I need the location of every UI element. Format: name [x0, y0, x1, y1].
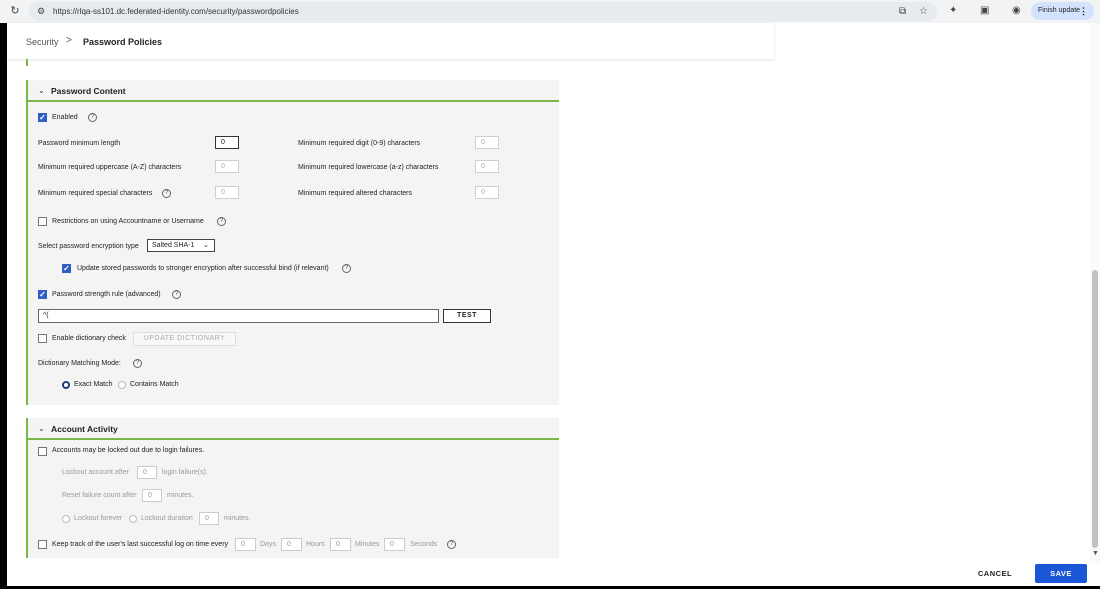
restrictions-label: Restrictions on using Accountname or Use… [52, 218, 204, 225]
test-button[interactable]: TEST [443, 309, 491, 323]
scroll-down-arrow-icon[interactable]: ▼ [1092, 550, 1099, 557]
lockout-label: Accounts may be locked out due to login … [52, 447, 205, 454]
enabled-label: Enabled [52, 114, 78, 121]
tab-search-icon[interactable]: ▣ [980, 5, 989, 17]
lockout-checkbox[interactable] [38, 447, 47, 456]
lockout-after-input[interactable]: 0 [137, 466, 157, 479]
address-bar[interactable]: ⚙ https://rlqa-ss101.dc.federated-identi… [29, 2, 937, 21]
help-icon[interactable]: ? [217, 217, 226, 226]
section-title: Account Activity [51, 424, 118, 434]
help-icon[interactable]: ? [342, 264, 351, 273]
extensions-icon[interactable]: ✦ [949, 5, 957, 17]
minutes-input[interactable]: 0 [330, 538, 351, 551]
lockout-duration-radio[interactable] [129, 515, 137, 523]
seconds-label: Seconds [410, 541, 438, 548]
finish-update-button[interactable]: Finish update ⋮ [1031, 2, 1094, 20]
contains-match-radio[interactable] [118, 381, 126, 389]
help-icon[interactable]: ? [88, 113, 97, 122]
password-content-header[interactable]: ⌄ Password Content [28, 80, 559, 102]
chevron-down-icon: ⌄ [203, 242, 209, 249]
matching-mode-label: Dictionary Matching Mode: [38, 360, 121, 367]
strength-rule-checkbox[interactable]: ✓ [38, 290, 47, 299]
keep-track-label: Keep track of the user's last successful… [52, 541, 229, 548]
help-icon[interactable]: ? [133, 359, 142, 368]
page-title: Password Policies [83, 37, 163, 47]
lockout-forever-label: Lockout forever [74, 515, 123, 522]
min-upper-input[interactable]: 0 [215, 160, 239, 173]
lockout-after-suffix: login failure(s). [162, 469, 208, 476]
save-button[interactable]: SAVE [1035, 564, 1087, 583]
vertical-scrollbar[interactable]: ▼ [1090, 23, 1100, 563]
page-header: Security > Password Policies [7, 23, 774, 59]
scrollbar-thumb[interactable] [1092, 270, 1098, 548]
profile-icon[interactable]: ◉ [1012, 5, 1021, 17]
min-altered-input[interactable]: 0 [475, 186, 499, 199]
min-length-label: Password minimum length [38, 140, 121, 147]
min-altered-label: Minimum required altered characters [298, 190, 412, 197]
help-icon[interactable]: ? [162, 189, 171, 198]
lockout-duration-suffix: minutes. [224, 515, 251, 522]
min-lower-input[interactable]: 0 [475, 160, 499, 173]
restrictions-checkbox[interactable] [38, 217, 47, 226]
cancel-button[interactable]: CANCEL [968, 566, 1022, 582]
min-special-label: Minimum required special characters [38, 190, 153, 197]
reset-failure-label: Reset failure count after [62, 492, 137, 499]
hours-input[interactable]: 0 [281, 538, 302, 551]
left-edge [0, 23, 7, 589]
enabled-checkbox[interactable]: ✓ [38, 113, 47, 122]
section-title: Password Content [51, 86, 126, 96]
action-footer [7, 558, 1090, 586]
update-dictionary-button[interactable]: UPDATE DICTIONARY [133, 332, 236, 346]
strength-rule-input[interactable]: ^( [38, 309, 439, 323]
account-activity-header[interactable]: ⌄ Account Activity [28, 418, 559, 440]
install-app-icon[interactable]: ⧉ [899, 6, 906, 17]
contains-match-label: Contains Match [130, 381, 179, 388]
encryption-type-select[interactable]: Salted SHA-1 ⌄ [147, 239, 215, 252]
seconds-input[interactable]: 0 [384, 538, 405, 551]
min-digit-input[interactable]: 0 [475, 136, 499, 149]
more-vert-icon: ⋮ [1079, 6, 1088, 16]
lockout-duration-label: Lockout duration [141, 515, 193, 522]
bookmark-star-icon[interactable]: ☆ [919, 6, 928, 17]
encryption-value: Salted SHA-1 [152, 242, 195, 249]
reset-failure-input[interactable]: 0 [142, 489, 162, 502]
days-label: Days [260, 541, 276, 548]
min-upper-label: Minimum required uppercase (A-Z) charact… [38, 164, 182, 171]
finish-update-label: Finish update [1038, 7, 1081, 14]
section-border [26, 59, 28, 66]
minutes-label: Minutes [355, 541, 380, 548]
encryption-label: Select password encryption type [38, 243, 139, 250]
min-digit-label: Minimum required digit (0-9) characters [298, 140, 421, 147]
hours-label: Hours [306, 541, 325, 548]
keep-track-checkbox[interactable] [38, 540, 47, 549]
chevron-down-icon[interactable]: ⌄ [38, 86, 45, 95]
help-icon[interactable]: ? [447, 540, 456, 549]
breadcrumb-chevron-icon: > [66, 35, 72, 46]
min-lower-label: Minimum required lowercase (a-z) charact… [298, 164, 439, 171]
update-stored-checkbox[interactable]: ✓ [62, 264, 71, 273]
days-input[interactable]: 0 [235, 538, 256, 551]
help-icon[interactable]: ? [172, 290, 181, 299]
dictionary-check-checkbox[interactable] [38, 334, 47, 343]
update-stored-label: Update stored passwords to stronger encr… [77, 265, 329, 272]
exact-match-radio[interactable] [62, 381, 70, 389]
exact-match-label: Exact Match [74, 381, 113, 388]
browser-toolbar: ↻ ⚙ https://rlqa-ss101.dc.federated-iden… [0, 0, 1100, 23]
chevron-down-icon[interactable]: ⌄ [38, 424, 45, 433]
lockout-forever-radio[interactable] [62, 515, 70, 523]
min-special-input[interactable]: 0 [215, 186, 239, 199]
lockout-duration-input[interactable]: 0 [199, 512, 219, 525]
reset-failure-suffix: minutes. [167, 492, 194, 499]
reload-icon[interactable]: ↻ [9, 5, 21, 17]
site-info-icon[interactable]: ⚙ [37, 6, 45, 17]
dictionary-check-label: Enable dictionary check [52, 335, 126, 342]
breadcrumb-security[interactable]: Security [26, 37, 59, 47]
strength-rule-label: Password strength rule (advanced) [52, 291, 161, 298]
min-length-input[interactable]: 0 [215, 136, 239, 149]
url-text[interactable]: https://rlqa-ss101.dc.federated-identity… [53, 6, 299, 17]
lockout-after-label: Lockout account after [62, 469, 129, 476]
